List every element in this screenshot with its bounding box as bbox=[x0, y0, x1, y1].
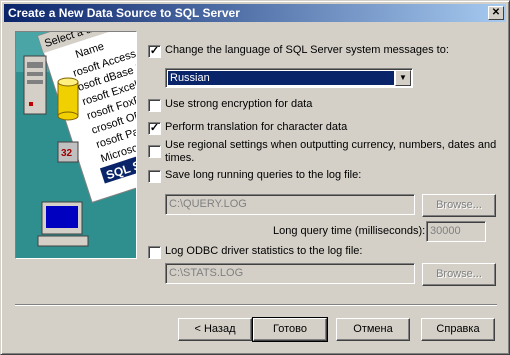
language-select[interactable]: Russian ▼ bbox=[165, 68, 413, 88]
browse-query-log-button[interactable]: Browse... bbox=[422, 194, 496, 217]
perform-translation-label: Perform translation for character data bbox=[165, 121, 348, 133]
log-odbc-stats-label: Log ODBC driver statistics to the log fi… bbox=[165, 245, 363, 257]
driver-list-illustration: Select a driver fo Name rosoft Access I … bbox=[16, 32, 136, 258]
computer-icon bbox=[37, 201, 89, 247]
save-long-queries-checkbox[interactable] bbox=[148, 170, 161, 183]
regional-settings-label-line1: Use regional settings when outputting cu… bbox=[165, 139, 497, 151]
check-icon: ✓ bbox=[149, 45, 160, 57]
window-title: Create a New Data Source to SQL Server bbox=[8, 6, 240, 20]
help-button[interactable]: Справка bbox=[421, 318, 495, 341]
server-icon bbox=[23, 55, 47, 115]
separator bbox=[15, 304, 497, 306]
change-language-checkbox[interactable]: ✓ bbox=[148, 45, 161, 58]
back-button[interactable]: < Назад bbox=[178, 318, 252, 341]
long-query-time-label: Long query time (milliseconds): bbox=[273, 225, 426, 237]
perform-translation-checkbox[interactable]: ✓ bbox=[148, 122, 161, 135]
dialog-window: Create a New Data Source to SQL Server ✕… bbox=[0, 0, 510, 355]
long-query-time-field[interactable]: 30000 bbox=[426, 221, 486, 242]
strong-encryption-label: Use strong encryption for data bbox=[165, 98, 313, 110]
svg-text:32: 32 bbox=[61, 148, 73, 159]
database-icon bbox=[57, 77, 79, 121]
title-bar[interactable]: Create a New Data Source to SQL Server ✕ bbox=[4, 4, 506, 22]
query-log-path-field[interactable]: C:\QUERY.LOG bbox=[165, 194, 415, 215]
log-odbc-stats-checkbox[interactable] bbox=[148, 246, 161, 259]
language-select-value: Russian bbox=[167, 70, 395, 86]
odbc32-icon: 32 bbox=[57, 141, 79, 163]
wizard-illustration: Select a driver fo Name rosoft Access I … bbox=[15, 31, 137, 259]
check-icon: ✓ bbox=[149, 122, 160, 134]
regional-settings-checkbox[interactable] bbox=[148, 145, 161, 158]
chevron-down-icon[interactable]: ▼ bbox=[395, 70, 411, 86]
strong-encryption-checkbox[interactable] bbox=[148, 99, 161, 112]
cancel-button[interactable]: Отмена bbox=[336, 318, 410, 341]
regional-settings-label-line2: times. bbox=[165, 152, 195, 164]
finish-button[interactable]: Готово bbox=[252, 317, 328, 342]
browse-stats-log-button[interactable]: Browse... bbox=[422, 263, 496, 286]
save-long-queries-label: Save long running queries to the log fil… bbox=[165, 169, 362, 181]
stats-log-path-field[interactable]: C:\STATS.LOG bbox=[165, 263, 415, 284]
close-button[interactable]: ✕ bbox=[488, 6, 504, 20]
close-icon: ✕ bbox=[491, 7, 501, 18]
change-language-label: Change the language of SQL Server system… bbox=[165, 44, 449, 56]
